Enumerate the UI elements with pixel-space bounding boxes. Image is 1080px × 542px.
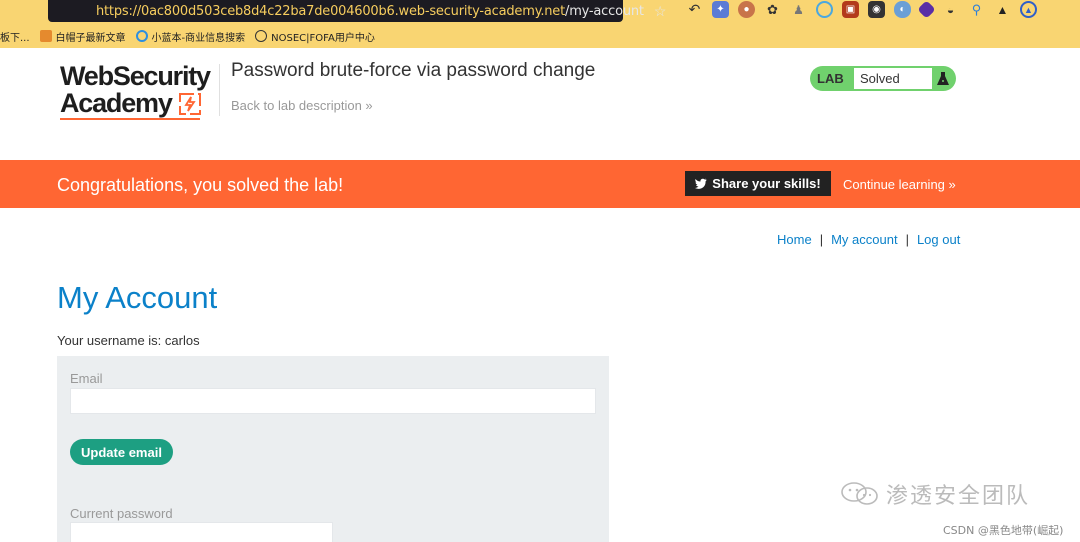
header-divider [219,64,220,116]
continue-learning-label: Continue learning [843,177,945,192]
csdn-watermark: CSDN @黑色地带(崛起) [943,524,1064,537]
email-field[interactable] [70,388,596,414]
extension-bird-icon[interactable]: ✦ [712,1,729,18]
congratulations-message: Congratulations, you solved the lab! [57,175,344,195]
extension-circle-icon[interactable] [816,1,833,18]
extension-hackbar-icon[interactable]: ▣ [842,1,859,18]
logo-line-1: WebSecurity [60,61,211,91]
double-chevron-right-icon: » [948,177,956,192]
share-skills-label: Share your skills! [712,176,821,191]
bookmark-label: NOSEC|FOFA用户中心 [271,32,375,44]
watermark-text: 渗透安全团队 [886,484,1031,509]
bookmark-label: 小蓝本-商业信息搜索 [151,32,246,44]
wechat-icon [841,482,878,505]
back-link-label: Back to lab description [231,98,362,113]
lab-status-badge: LAB Solved [810,66,956,91]
extension-toggle-icon[interactable]: ◐ [894,1,911,18]
extension-glasses-icon[interactable]: ◉ [868,1,885,18]
current-password-field[interactable] [70,522,333,542]
logo-underline [60,118,200,120]
bookmarks-bar: 板下... 白帽子最新文章 小蓝本-商业信息搜索 NOSEC|FOFA用户中心 [0,27,385,45]
url-host: https://0ac800d503ceb8d4c22ba7de004600b6… [96,3,566,19]
extension-triangle-icon[interactable]: ▲ [1020,1,1037,18]
globe-icon [255,30,268,42]
continue-learning-link[interactable]: Continue learning » [843,177,956,192]
bookmark-label: 板下... [0,32,30,44]
extension-beaker-icon[interactable]: ▲ [994,1,1011,18]
extension-user-icon[interactable]: ♟ [790,1,807,18]
watermark: 渗透安全团队 [840,478,1030,510]
bookmark-item[interactable]: 板下... [0,29,30,44]
email-label: Email [70,371,103,386]
account-nav: Home | My account | Log out [777,232,960,247]
web-security-academy-logo[interactable]: WebSecurity Academy [60,61,211,117]
extension-diamond-icon[interactable] [917,0,936,19]
url-path: /my-account [565,3,644,19]
url-text[interactable]: https://0ac800d503ceb8d4c22ba7de004600b6… [96,4,644,19]
logo-line-2-row: Academy [60,90,210,117]
flask-icon [932,71,954,86]
bookmark-item[interactable]: 小蓝本-商业信息搜索 [135,29,246,44]
lab-status-text: Solved [854,68,932,89]
extension-cookie-icon[interactable]: ● [738,1,755,18]
search-icon [135,30,148,42]
double-chevron-right-icon: » [365,98,373,113]
update-email-button[interactable]: Update email [70,439,173,465]
twitter-icon [695,178,707,189]
extension-hat-icon[interactable]: ◒ [942,1,959,18]
share-skills-button[interactable]: Share your skills! [685,171,831,196]
back-arrow-icon[interactable]: ↶ [686,1,703,18]
bookmark-item[interactable]: NOSEC|FOFA用户中心 [255,29,375,44]
lab-title: Password brute-force via password change [231,60,596,81]
lightning-bolt-icon [178,92,201,115]
log-out-link[interactable]: Log out [917,232,960,247]
extension-pin-icon[interactable]: ⚲ [968,1,985,18]
extension-toolbar: ↶ ✦ ● ✿ ♟ ▣ ◉ ◐ ◒ ⚲ ▲ ▲ [686,0,1037,19]
nav-separator: | [819,232,824,247]
solved-banner: Congratulations, you solved the lab! Sha… [0,160,1080,208]
home-link[interactable]: Home [777,232,812,247]
lab-badge-label: LAB [817,71,844,86]
nav-separator: | [905,232,909,247]
username-text: Your username is: carlos [57,333,200,348]
logo-line-2: Academy [60,88,173,118]
browser-toolbar: https://0ac800d503ceb8d4c22ba7de004600b6… [0,0,1080,48]
extension-cookie-editor-icon[interactable]: ✿ [764,1,781,18]
bookmark-star-icon[interactable]: ☆ [654,3,667,20]
my-account-link[interactable]: My account [831,232,897,247]
hat-icon [39,30,52,42]
bookmark-label: 白帽子最新文章 [55,32,126,44]
bookmark-item[interactable]: 白帽子最新文章 [39,29,126,44]
address-bar[interactable]: https://0ac800d503ceb8d4c22ba7de004600b6… [48,0,666,22]
back-to-lab-description-link[interactable]: Back to lab description » [231,98,373,113]
page-title: My Account [57,280,218,315]
current-password-label: Current password [70,506,173,521]
